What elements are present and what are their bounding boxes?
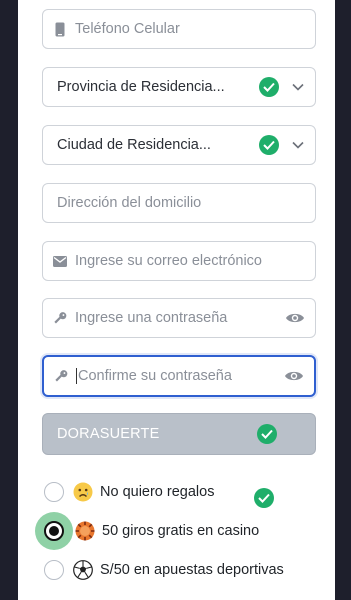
confirm-password-field[interactable]: Confirme su contraseña — [42, 355, 316, 397]
chevron-down-icon[interactable] — [291, 83, 305, 91]
bonus-option-label: S/50 en apuestas deportivas — [100, 562, 284, 578]
soccer-ball-icon — [72, 559, 94, 581]
bonus-option-sports[interactable]: S/50 en apuestas deportivas — [42, 555, 284, 585]
valid-check-icon — [259, 135, 279, 155]
city-value: Ciudad de Residencia... — [57, 137, 211, 153]
province-select[interactable]: Provincia de Residencia... — [42, 67, 316, 107]
confirm-password-placeholder: Confirme su contraseña — [78, 367, 232, 384]
password-placeholder: Ingrese una contraseña — [75, 310, 228, 326]
eye-icon[interactable] — [285, 311, 305, 325]
promo-code-field[interactable]: DORASUERTE — [42, 413, 316, 455]
sad-face-icon — [72, 481, 94, 503]
key-icon — [54, 369, 68, 384]
address-placeholder: Dirección del domicilio — [57, 195, 202, 211]
bonus-option-casino[interactable]: 50 giros gratis en casino — [35, 512, 260, 550]
radio-selected-halo[interactable] — [35, 512, 73, 550]
text-caret — [76, 368, 77, 385]
promo-code-value: DORASUERTE — [57, 426, 160, 442]
valid-check-icon — [257, 424, 277, 444]
valid-check-icon — [254, 488, 274, 508]
chevron-down-icon[interactable] — [291, 141, 305, 149]
casino-chip-icon — [74, 520, 96, 542]
address-field[interactable]: Dirección del domicilio — [42, 183, 316, 223]
email-field[interactable]: Ingrese su correo electrónico — [42, 241, 316, 281]
city-select[interactable]: Ciudad de Residencia... — [42, 125, 316, 165]
password-field[interactable]: Ingrese una contraseña — [42, 298, 316, 338]
key-icon — [53, 311, 67, 326]
valid-check-icon — [259, 77, 279, 97]
phone-placeholder: Teléfono Celular — [75, 21, 180, 37]
envelope-icon — [53, 255, 67, 267]
confirm-password-input: Confirme su contraseña — [76, 367, 284, 385]
phone-icon — [53, 22, 67, 37]
radio-unselected[interactable] — [44, 560, 64, 580]
radio-unselected[interactable] — [44, 482, 64, 502]
bonus-option-label: No quiero regalos — [100, 484, 215, 500]
radio-selected[interactable] — [44, 521, 64, 541]
eye-icon[interactable] — [284, 369, 304, 383]
province-value: Provincia de Residencia... — [57, 79, 225, 95]
bonus-option-label: 50 giros gratis en casino — [102, 523, 260, 539]
registration-form-panel: Teléfono Celular Provincia de Residencia… — [18, 0, 335, 600]
bonus-option-none[interactable]: No quiero regalos — [42, 477, 214, 507]
phone-field[interactable]: Teléfono Celular — [42, 9, 316, 49]
email-placeholder: Ingrese su correo electrónico — [75, 253, 262, 269]
